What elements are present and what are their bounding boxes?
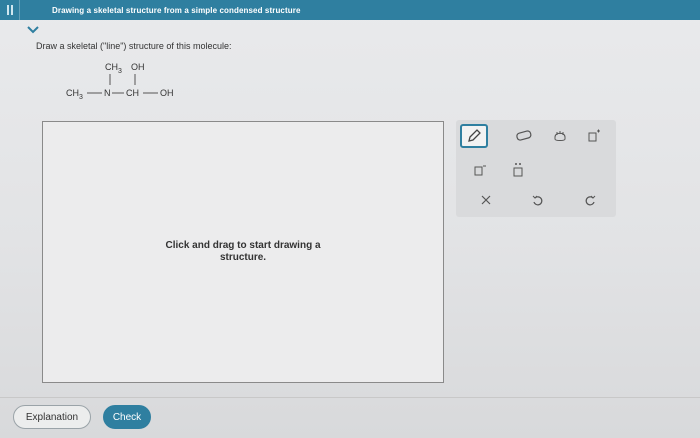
ch3-left-label: CH3	[66, 88, 83, 101]
redo-icon[interactable]	[576, 188, 604, 212]
hand-icon[interactable]	[546, 124, 574, 148]
top-bar: Drawing a skeletal structure from a simp…	[0, 0, 700, 20]
chevron-down-icon[interactable]	[27, 25, 39, 35]
explanation-button[interactable]: Explanation	[13, 405, 91, 429]
drawing-toolbar	[456, 120, 616, 217]
n-label: N	[104, 88, 111, 98]
undo-icon[interactable]	[524, 188, 552, 212]
condensed-structure: CH3 OH CH3 N CH OH	[60, 58, 200, 108]
eraser-icon[interactable]	[510, 124, 538, 148]
canvas-hint: Click and drag to start drawing a struct…	[165, 240, 321, 263]
pencil-icon[interactable]	[460, 124, 488, 148]
ch3-top-label: CH3	[105, 62, 122, 75]
page-title: Drawing a skeletal structure from a simp…	[52, 5, 301, 15]
footer-divider	[0, 397, 700, 398]
oh-right-label: OH	[160, 88, 174, 98]
close-icon[interactable]	[472, 188, 500, 212]
drawing-canvas[interactable]: Click and drag to start drawing a struct…	[42, 121, 444, 383]
question-prompt: Draw a skeletal ("line") structure of th…	[36, 41, 232, 51]
ch-label: CH	[126, 88, 139, 98]
lone-pair-icon[interactable]	[504, 158, 532, 182]
negative-charge-icon[interactable]	[466, 158, 494, 182]
hamburger-icon[interactable]	[0, 0, 20, 20]
positive-charge-icon[interactable]	[580, 124, 608, 148]
check-button[interactable]: Check	[103, 405, 151, 429]
oh-top-label: OH	[131, 62, 145, 72]
